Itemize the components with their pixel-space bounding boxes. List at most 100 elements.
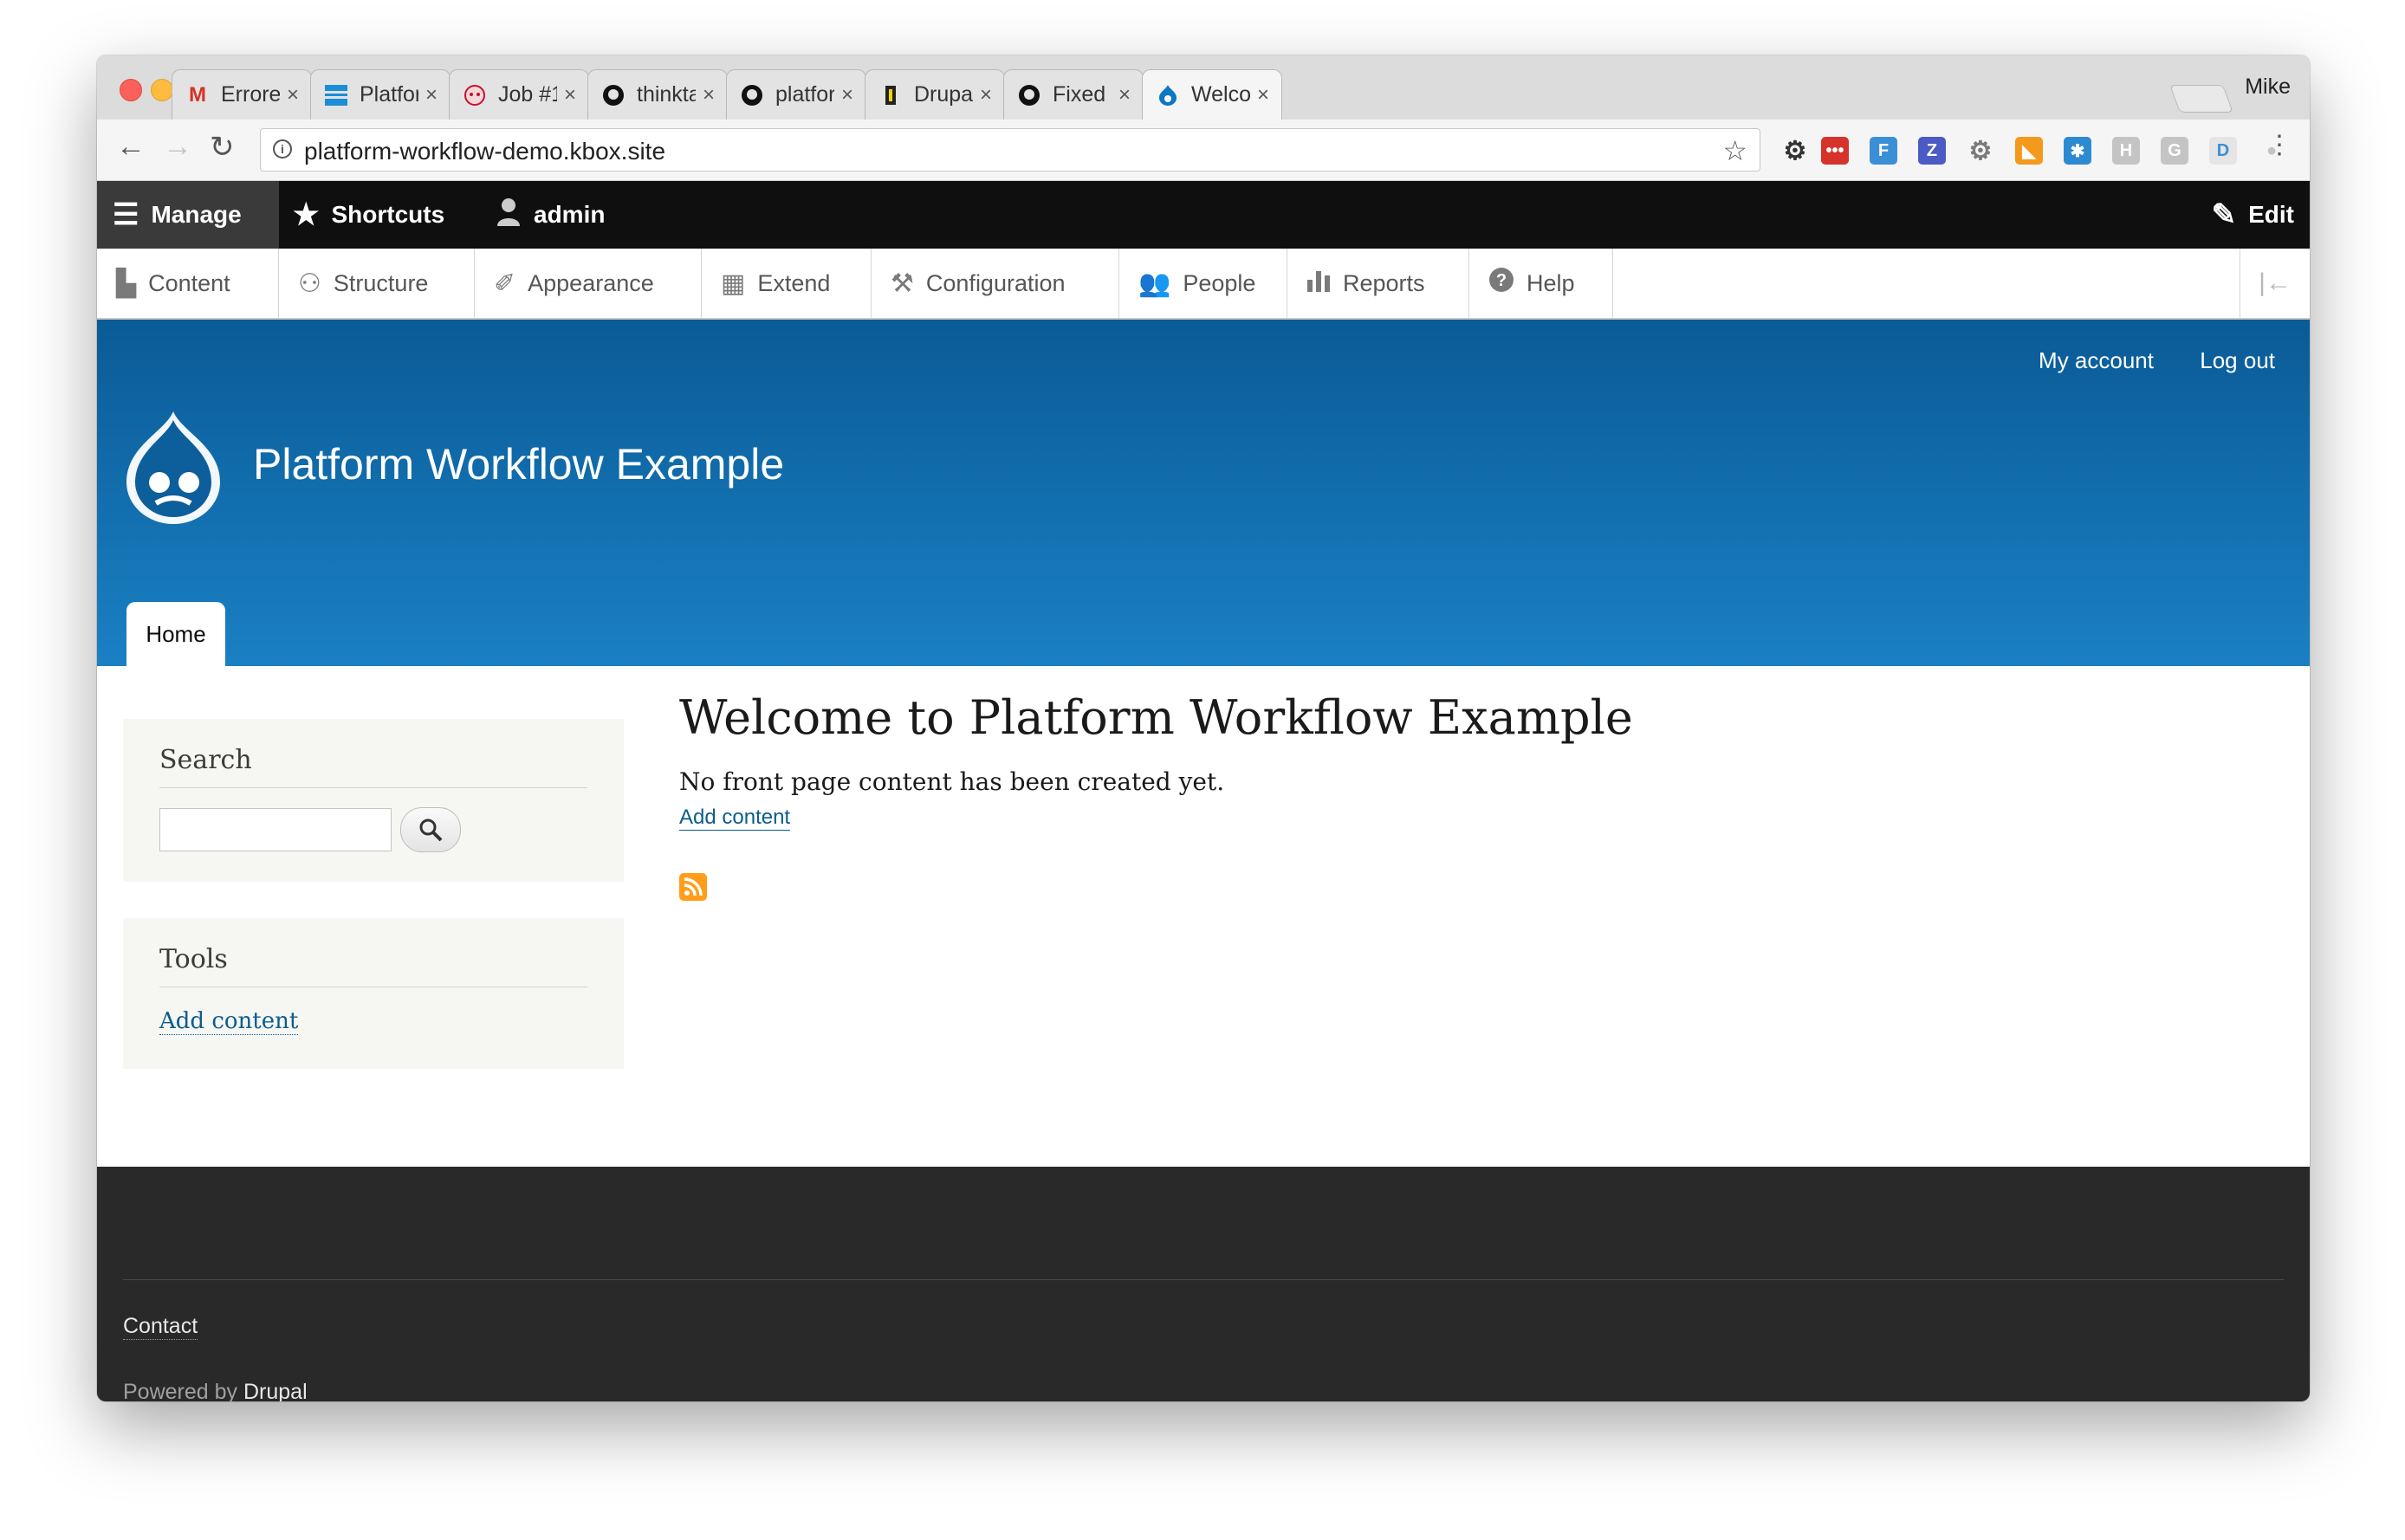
tray-item-appearance[interactable]: ✐ Appearance (475, 249, 702, 318)
tab-title: Errored: thinkt (221, 82, 280, 107)
browser-tab[interactable]: Fixed bug wher × (1003, 69, 1144, 120)
close-tab-icon[interactable]: × (703, 83, 715, 107)
site-name[interactable]: Platform Workflow Example (253, 439, 784, 489)
close-tab-icon[interactable]: × (564, 83, 576, 107)
tab-title: thinktandem/pl (637, 82, 696, 107)
github-icon (1018, 84, 1040, 107)
help-icon: ? (1488, 267, 1514, 300)
log-out-link[interactable]: Log out (2200, 347, 2275, 374)
tray-item-configuration[interactable]: ⚒ Configuration (872, 249, 1119, 318)
back-icon[interactable]: ← (116, 130, 146, 164)
settings-extension-icon[interactable]: ⚙ (1967, 137, 1994, 165)
admin-tray: ▙ Content ⚇ Structure ✐ Appearance ▦ Ext… (97, 249, 2310, 320)
browser-tab[interactable]: Drupal 7 Panth × (865, 69, 1005, 120)
reload-icon[interactable]: ↻ (210, 130, 235, 165)
platformsh-icon (325, 84, 347, 107)
add-content-link[interactable]: Add content (679, 806, 791, 831)
home-tab[interactable]: Home (126, 602, 225, 666)
drupal-link[interactable]: Drupal (243, 1380, 308, 1401)
forward-icon[interactable]: → (163, 130, 192, 164)
close-tab-icon[interactable]: × (841, 83, 853, 107)
tools-block: Tools Add content (123, 918, 624, 1069)
browser-tab[interactable]: Platform.sh × (310, 69, 451, 120)
manage-button[interactable]: ☰ Manage (97, 181, 279, 249)
feedly-extension-icon[interactable]: F (1870, 137, 1897, 165)
edit-label: Edit (2248, 201, 2294, 228)
tray-item-label: Structure (333, 269, 429, 296)
d-extension-icon[interactable]: D (2209, 137, 2237, 165)
my-account-link[interactable]: My account (2039, 347, 2154, 374)
zotero-extension-icon[interactable]: Z (1918, 137, 1946, 165)
tray-item-people[interactable]: 👥 People (1119, 249, 1287, 318)
tab-title: Drupal 7 Panth (914, 82, 973, 107)
tray-item-label: Reports (1343, 269, 1425, 296)
page-title: Welcome to Platform Workflow Example (679, 690, 1633, 745)
close-tab-icon[interactable]: × (1118, 83, 1131, 107)
close-tab-icon[interactable]: × (1257, 83, 1269, 107)
close-tab-icon[interactable]: × (425, 83, 438, 107)
collapse-tray-icon[interactable]: |← (2240, 249, 2310, 318)
admin-toolbar: ☰ Manage ★ Shortcuts admin ✎ Edit (97, 181, 2310, 249)
close-tab-icon[interactable]: × (980, 83, 992, 107)
network-extension-icon[interactable]: ✱ (2064, 137, 2091, 165)
contact-link[interactable]: Contact (123, 1314, 198, 1340)
drupal-logo-icon[interactable] (121, 406, 225, 527)
profile-name[interactable]: Mike (2245, 74, 2291, 100)
minimize-window-button[interactable] (151, 79, 173, 101)
edit-button[interactable]: ✎ Edit (2212, 181, 2294, 249)
shortcuts-button[interactable]: ★ Shortcuts (293, 181, 444, 249)
footer-divider (123, 1279, 2284, 1280)
search-icon (419, 819, 443, 842)
tray-item-reports[interactable]: Reports (1287, 249, 1469, 318)
hamburger-icon: ☰ (113, 198, 139, 231)
search-input[interactable] (159, 808, 392, 851)
shortcuts-label: Shortcuts (331, 201, 445, 228)
github-icon (741, 84, 763, 107)
pantheon-icon (879, 84, 902, 107)
rss-feed-icon[interactable] (679, 873, 707, 901)
tab-title: Welcome to Pla (1191, 82, 1250, 107)
tray-item-label: Configuration (925, 269, 1066, 296)
tools-add-content-link[interactable]: Add content (159, 1008, 299, 1035)
tray-item-label: Content (148, 269, 230, 296)
search-button[interactable] (400, 807, 461, 852)
browser-tab[interactable]: M Errored: thinkt × (172, 69, 312, 120)
drupal-icon (1157, 84, 1179, 107)
no-content-message: No front page content has been created y… (679, 767, 1225, 796)
browser-tab[interactable]: platformsh/pla × (726, 69, 866, 120)
tray-item-extend[interactable]: ▦ Extend (702, 249, 872, 318)
browser-tab[interactable]: Job #1.1 - thin × (449, 69, 589, 120)
chrome-menu-icon[interactable]: ⋮ (2266, 130, 2292, 160)
h-extension-icon[interactable]: H (2112, 137, 2140, 165)
user-button[interactable]: admin (496, 181, 605, 249)
new-tab-button[interactable] (2169, 85, 2233, 113)
tools-block-title: Tools (159, 944, 587, 987)
lastpass-extension-icon[interactable]: ••• (1821, 137, 1849, 165)
tray-item-label: Appearance (528, 269, 654, 296)
tab-strip: M Errored: thinkt × Platform.sh × Job #1… (97, 55, 2310, 120)
paintbrush-icon: ✐ (494, 269, 516, 298)
bookmark-star-icon[interactable]: ☆ (1722, 134, 1747, 167)
wrench-icon: ⚒ (891, 269, 914, 298)
close-window-button[interactable] (120, 79, 142, 101)
user-icon (496, 197, 522, 234)
tray-item-content[interactable]: ▙ Content (97, 249, 279, 318)
g-extension-icon[interactable]: G (2161, 137, 2188, 165)
info-icon[interactable]: i (273, 139, 292, 159)
close-tab-icon[interactable]: × (287, 83, 299, 107)
browser-tab-active[interactable]: Welcome to Pla × (1142, 69, 1282, 120)
search-block-title: Search (159, 745, 587, 788)
tab-title: Platform.sh (360, 82, 418, 107)
tray-item-structure[interactable]: ⚇ Structure (279, 249, 475, 318)
rss-extension-icon[interactable]: ◣ (2015, 137, 2043, 165)
address-bar[interactable]: i platform-workflow-demo.kbox.site ☆ (260, 128, 1760, 171)
search-block: Search (123, 719, 624, 882)
tray-item-help[interactable]: ? Help (1469, 249, 1613, 318)
puzzle-icon: ▦ (721, 269, 746, 298)
pencil-icon: ✎ (2211, 198, 2237, 231)
browser-tab[interactable]: thinktandem/pl × (587, 69, 728, 120)
tray-item-label: Help (1527, 269, 1575, 296)
gear-extension-icon[interactable]: ⚙ (1781, 137, 1809, 165)
url-text[interactable]: platform-workflow-demo.kbox.site (304, 138, 665, 165)
site-header: My account Log out Platform Workflow Exa… (97, 320, 2310, 666)
